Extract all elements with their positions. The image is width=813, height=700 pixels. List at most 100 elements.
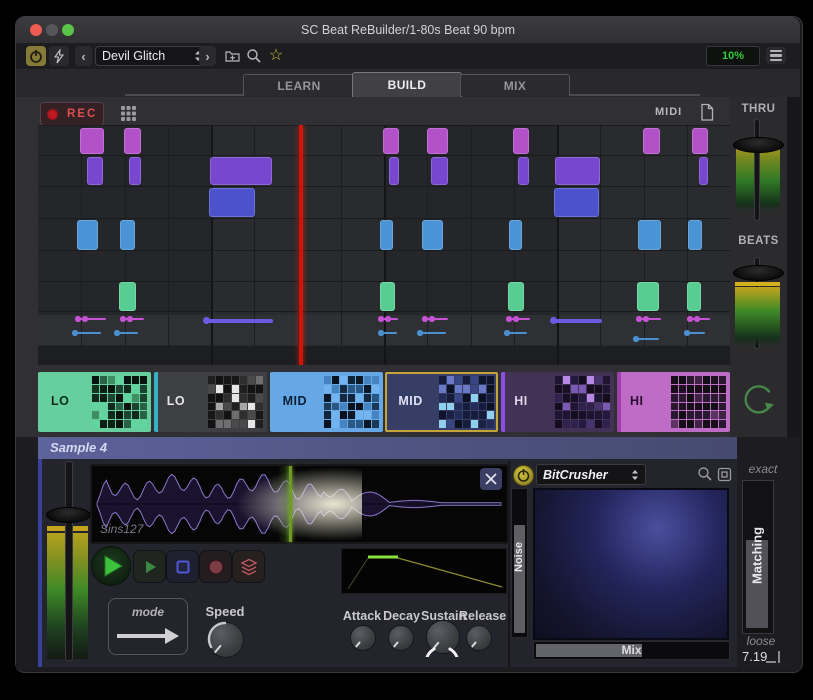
fx-power-button[interactable]	[513, 465, 534, 486]
sample-fader-track[interactable]	[65, 461, 73, 661]
note-block[interactable]	[643, 128, 660, 154]
automation-point[interactable]	[378, 330, 384, 336]
automation-point[interactable]	[429, 316, 435, 322]
note-block[interactable]	[509, 220, 522, 250]
tab-mix[interactable]: MIX	[460, 74, 570, 96]
note-block[interactable]	[699, 157, 708, 185]
automation-point[interactable]	[75, 316, 81, 322]
automation-point[interactable]	[643, 316, 649, 322]
mix-slider[interactable]: Mix	[533, 641, 730, 660]
automation-point[interactable]	[513, 316, 519, 322]
note-block[interactable]	[119, 282, 136, 311]
note-block[interactable]	[422, 220, 443, 250]
tab-build[interactable]: BUILD	[352, 72, 462, 97]
automation-point[interactable]	[694, 316, 700, 322]
automation-point[interactable]	[506, 316, 512, 322]
fx-xy-pad[interactable]	[533, 488, 729, 640]
search-presets-button[interactable]	[244, 45, 264, 67]
note-block[interactable]	[389, 157, 399, 185]
stop-button[interactable]	[166, 550, 199, 583]
note-block[interactable]	[380, 282, 395, 311]
note-block[interactable]	[508, 282, 524, 311]
resize-grip[interactable]	[766, 661, 776, 663]
automation-segment[interactable]	[74, 332, 101, 334]
automation-point[interactable]	[687, 316, 693, 322]
clear-sample-button[interactable]	[480, 468, 502, 490]
preset-next-button[interactable]: ›	[199, 46, 216, 66]
note-block[interactable]	[80, 128, 104, 154]
preset-previous-button[interactable]: ‹	[75, 46, 92, 66]
note-block[interactable]	[687, 282, 701, 311]
fx-search-button[interactable]	[697, 466, 713, 482]
compare-button[interactable]	[49, 46, 69, 66]
sample-pad-6-hi[interactable]: HI	[617, 372, 730, 432]
sample-pad-3-mid[interactable]: MID	[270, 372, 383, 432]
fx-selector[interactable]: BitCrusher	[536, 464, 646, 485]
envelope-display[interactable]	[341, 548, 507, 594]
power-button[interactable]	[26, 46, 46, 66]
automation-point[interactable]	[120, 316, 126, 322]
note-block[interactable]	[427, 128, 448, 154]
decay-knob[interactable]	[388, 625, 414, 651]
attack-knob[interactable]	[350, 625, 376, 651]
note-block[interactable]	[513, 128, 529, 154]
sample-pad-5-hi[interactable]: HI	[501, 372, 614, 432]
speed-knob[interactable]	[208, 622, 244, 658]
preset-selector[interactable]: Devil Glitch	[95, 46, 209, 66]
sequencer-grid[interactable]	[38, 125, 730, 365]
thru-fader-track[interactable]	[754, 119, 760, 221]
note-block[interactable]	[129, 157, 141, 185]
sample-pad-2-lo[interactable]: LO	[154, 372, 267, 432]
automation-segment[interactable]	[635, 338, 659, 340]
automation-point[interactable]	[636, 316, 642, 322]
thru-fader-thumb[interactable]	[733, 137, 784, 153]
automation-point[interactable]	[72, 330, 78, 336]
resize-grip-vertical[interactable]	[778, 651, 780, 663]
tab-learn[interactable]: LEARN	[243, 74, 355, 96]
note-block[interactable]	[209, 188, 255, 217]
layers-button[interactable]	[232, 550, 265, 583]
sample-pad-4-mid[interactable]: MID	[385, 372, 498, 432]
automation-point[interactable]	[114, 330, 120, 336]
note-block[interactable]	[637, 282, 659, 311]
save-preset-button[interactable]	[222, 45, 242, 67]
sample-pad-1-lo[interactable]: LO	[38, 372, 151, 432]
automation-segment[interactable]	[419, 332, 446, 334]
note-block[interactable]	[380, 220, 393, 250]
favorite-star-button[interactable]: ☆	[266, 44, 286, 66]
loop-button[interactable]	[739, 379, 779, 419]
sample-fader-thumb[interactable]	[46, 507, 91, 523]
automation-segment[interactable]	[205, 319, 273, 323]
midi-export-button[interactable]	[699, 103, 715, 122]
automation-segment[interactable]	[552, 319, 602, 323]
automation-point[interactable]	[127, 316, 133, 322]
automation-point[interactable]	[504, 330, 510, 336]
automation-point[interactable]	[82, 316, 88, 322]
mode-selector[interactable]: mode	[108, 598, 188, 655]
automation-point[interactable]	[684, 330, 690, 336]
record-button[interactable]: REC	[40, 102, 104, 126]
beats-fader-thumb[interactable]	[733, 265, 784, 281]
play-once-button[interactable]	[133, 550, 166, 583]
automation-point[interactable]	[422, 316, 428, 322]
note-block[interactable]	[87, 157, 103, 185]
note-block[interactable]	[555, 157, 600, 185]
note-block[interactable]	[518, 157, 529, 185]
record-sample-button[interactable]	[199, 550, 232, 583]
release-knob[interactable]	[466, 625, 492, 651]
quantize-grid-button[interactable]	[117, 102, 140, 124]
note-block[interactable]	[124, 128, 141, 154]
note-block[interactable]	[431, 157, 448, 185]
note-block[interactable]	[120, 220, 135, 250]
note-block[interactable]	[210, 157, 272, 185]
grid-playhead[interactable]	[299, 125, 303, 365]
note-block[interactable]	[638, 220, 661, 250]
note-block[interactable]	[688, 220, 702, 250]
fx-expand-button[interactable]	[717, 467, 732, 482]
note-block[interactable]	[383, 128, 399, 154]
automation-point[interactable]	[417, 330, 423, 336]
waveform-panel[interactable]	[90, 464, 509, 544]
sustain-knob[interactable]	[426, 620, 460, 654]
menu-button[interactable]	[766, 47, 786, 64]
automation-segment[interactable]	[424, 318, 448, 320]
